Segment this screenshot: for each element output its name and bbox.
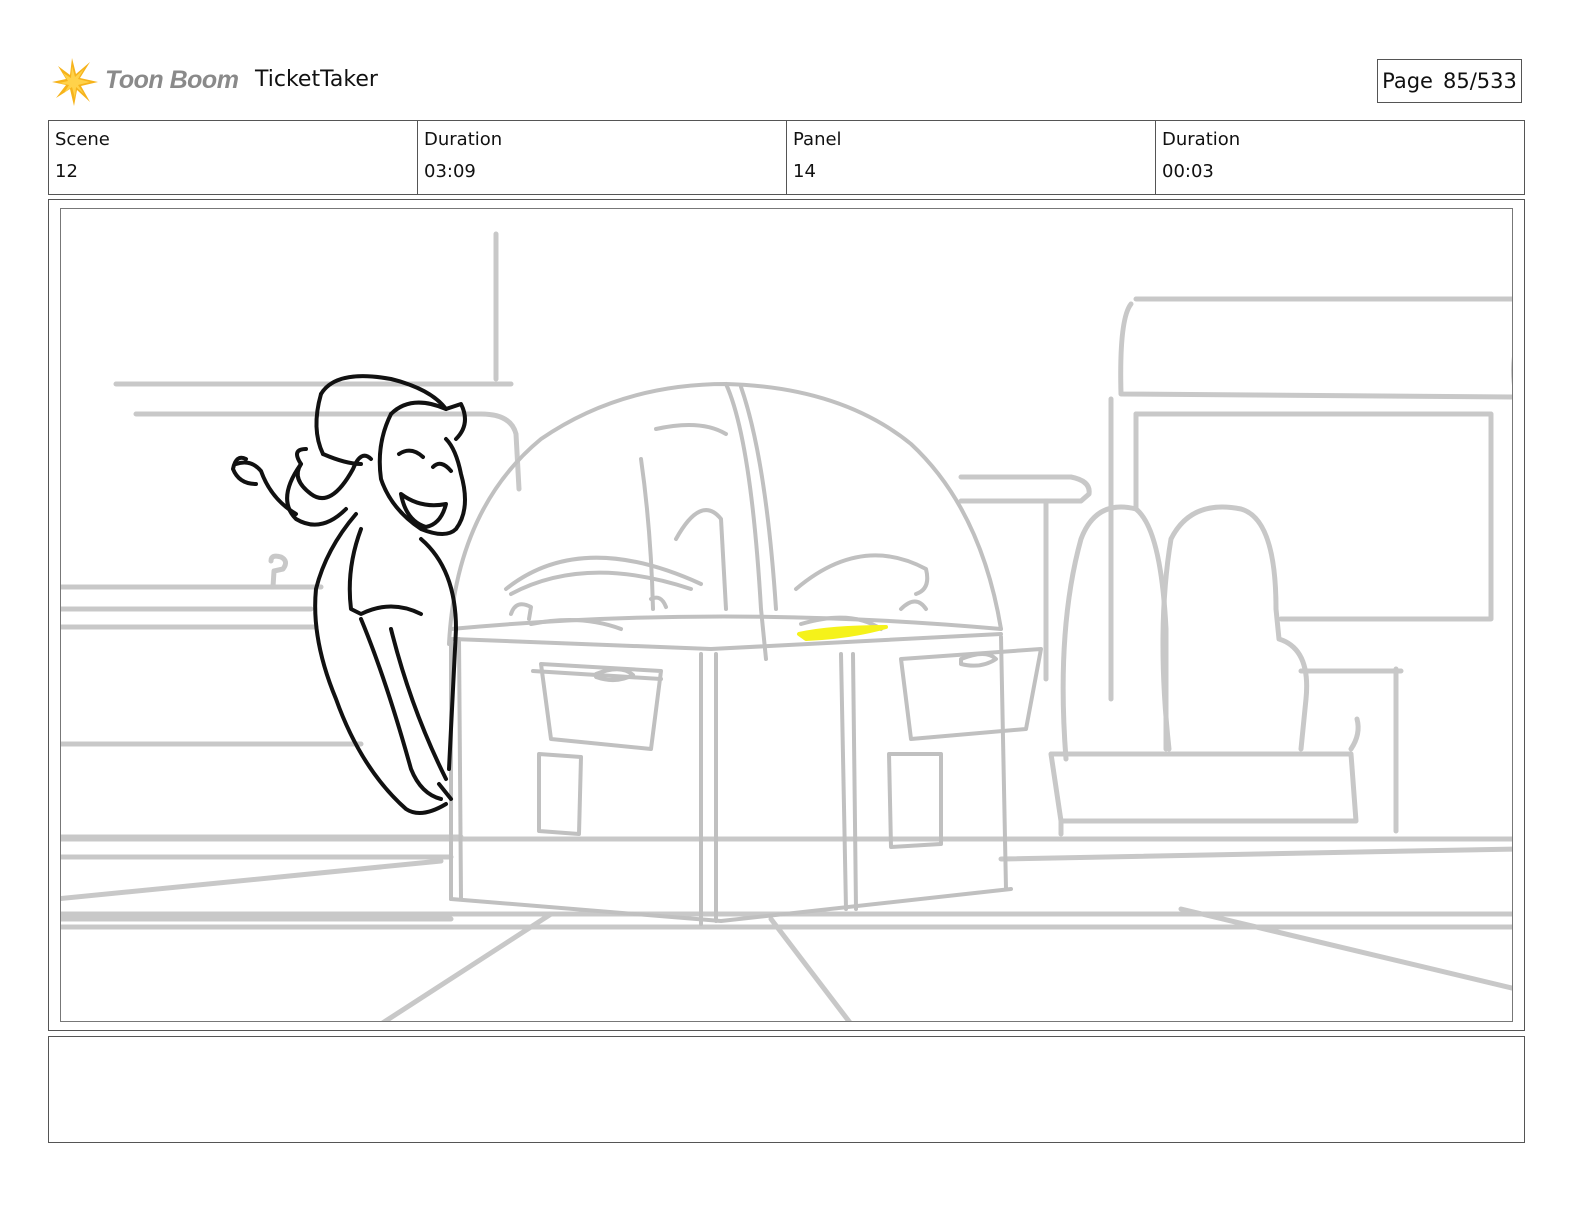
- panel-duration-label: Duration: [1162, 129, 1241, 150]
- scene-cell: Scene 12: [49, 121, 418, 194]
- page-indicator: Page 85/533: [1377, 59, 1522, 103]
- logo-text: Toon Boom: [105, 66, 239, 94]
- page-label: Page: [1382, 69, 1433, 93]
- scene-duration-label: Duration: [424, 129, 503, 150]
- storyboard-panel-image: [60, 208, 1513, 1022]
- panel-label: Panel: [793, 129, 842, 150]
- panel-duration-value: 00:03: [1162, 161, 1214, 182]
- yellow-prize-highlight: [797, 625, 888, 641]
- panel-value: 14: [793, 161, 816, 182]
- panel-duration-cell: Duration 00:03: [1156, 121, 1524, 194]
- scene-label: Scene: [55, 129, 110, 150]
- character-sketch: [231, 374, 467, 815]
- toon-boom-logo: Toon Boom: [50, 56, 240, 108]
- scene-duration-value: 03:09: [424, 161, 476, 182]
- scene-info-table: Scene 12 Duration 03:09 Panel 14 Duratio…: [48, 120, 1525, 195]
- project-title: TicketTaker: [255, 67, 378, 92]
- panel-notes-box[interactable]: [48, 1036, 1525, 1143]
- arcade-machine-sketch: [447, 382, 1043, 926]
- scene-value: 12: [55, 161, 78, 182]
- starburst-icon: [52, 58, 98, 106]
- panel-cell: Panel 14: [787, 121, 1156, 194]
- scene-duration-cell: Duration 03:09: [418, 121, 787, 194]
- storyboard-panel-frame: [48, 199, 1525, 1031]
- page-number: 85/533: [1442, 69, 1517, 93]
- background-sketch: [61, 231, 1512, 1021]
